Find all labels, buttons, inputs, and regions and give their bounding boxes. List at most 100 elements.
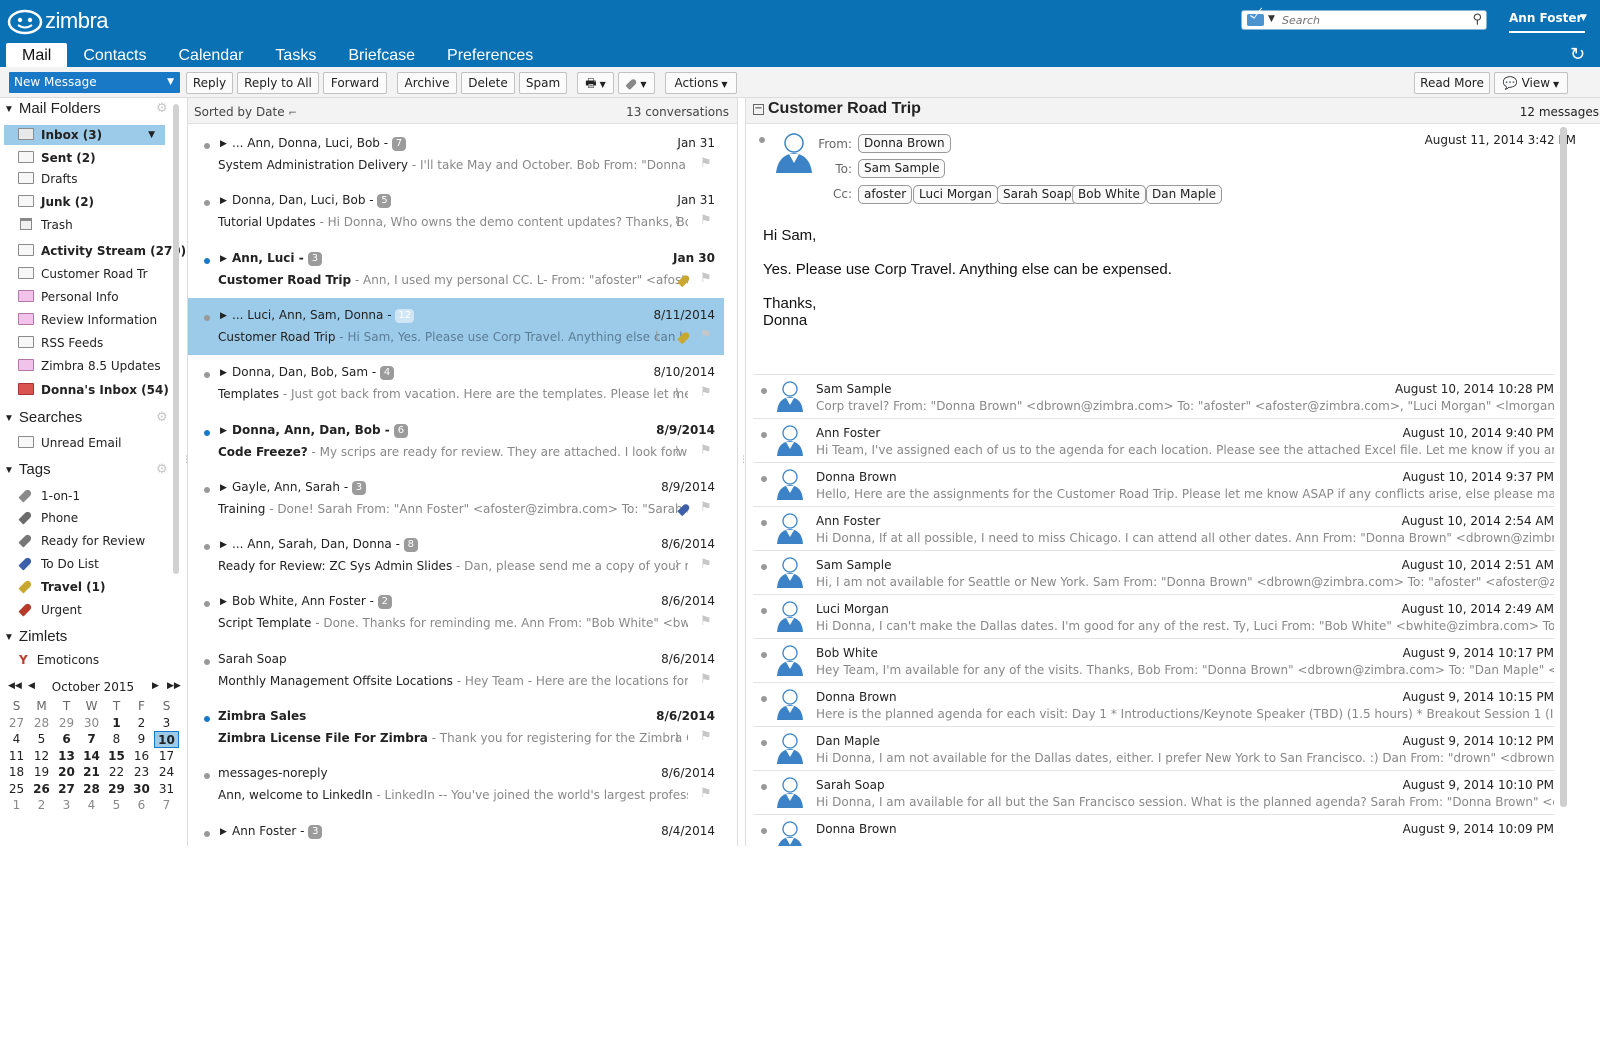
tag-item[interactable]: 1-on-1 (18, 486, 168, 506)
tab-briefcase[interactable]: Briefcase (332, 43, 431, 67)
calendar-day[interactable]: 16 (129, 748, 154, 765)
mail-folders-gear-icon[interactable]: ⚙ (156, 102, 169, 115)
flag-icon[interactable]: ⚑ (700, 385, 712, 400)
actions-button[interactable]: Actions ▼ (665, 72, 737, 94)
tag-item[interactable]: Phone (18, 508, 168, 528)
address-bubble[interactable]: Dan Maple (1146, 185, 1223, 204)
flag-icon[interactable]: ⚑ (700, 614, 712, 629)
calendar-day[interactable]: 8 (104, 731, 129, 748)
collapse-triangle-icon[interactable]: ▼ (4, 465, 14, 476)
next-month-icon[interactable]: ▶ (152, 681, 159, 691)
flag-icon[interactable]: ⚑ (700, 328, 712, 343)
zimlets-header[interactable]: ▼ Zimlets (4, 628, 67, 648)
thread-message-row[interactable]: Donna Brown August 9, 2014 10:15 PM Here i… (753, 682, 1554, 726)
read-status-dot[interactable] (761, 696, 767, 702)
calendar-day[interactable]: 1 (104, 715, 129, 732)
calendar-day[interactable]: 24 (154, 764, 179, 781)
read-status-dot[interactable] (204, 716, 210, 722)
forward-button[interactable]: Forward (323, 72, 387, 94)
calendar-day[interactable]: 27 (4, 715, 29, 732)
read-status-dot[interactable] (204, 143, 210, 149)
calendar-day[interactable]: 7 (154, 797, 179, 814)
folder-item[interactable]: Donna's Inbox (54) (18, 380, 169, 400)
mail-folders-header[interactable]: ▼ Mail Folders (4, 100, 101, 120)
read-status-dot[interactable] (204, 658, 210, 665)
calendar-day[interactable]: 25 (4, 781, 29, 798)
search-box[interactable]: ▼ ⚲ (1241, 10, 1487, 30)
delete-button[interactable]: Delete (461, 72, 515, 94)
address-bubble[interactable]: Bob White (1072, 185, 1146, 204)
user-menu-chevron-down-icon[interactable]: ▼ (1580, 13, 1587, 23)
address-bubble[interactable]: afoster (858, 185, 913, 204)
searches-gear-icon[interactable]: ⚙ (156, 411, 169, 424)
thread-message-row[interactable]: Donna Brown August 10, 2014 9:37 PM Hello,… (753, 462, 1554, 506)
expand-conversation-icon[interactable]: ▶ (220, 139, 227, 149)
folder-item[interactable]: RSS Feeds (18, 333, 168, 353)
conversation-row[interactable]: messages-noreply 8/6/2014 Ann, welcome to … (188, 756, 724, 813)
calendar-day[interactable]: 19 (29, 764, 54, 781)
conversation-row[interactable]: ▶ ... Ann, Sarah, Dan, Donna - 8 8/6/2014 R… (188, 527, 724, 584)
tab-calendar[interactable]: Calendar (162, 43, 259, 67)
calendar-day[interactable]: 13 (54, 748, 79, 765)
expand-conversation-icon[interactable]: ▶ (220, 254, 227, 264)
tags-header[interactable]: ▼ Tags (4, 461, 51, 481)
calendar-day[interactable]: 23 (129, 764, 154, 781)
thread-message-row[interactable]: Sam Sample August 10, 2014 10:28 PM Corp t… (753, 374, 1554, 418)
calendar-day[interactable]: 3 (54, 797, 79, 814)
calendar-day[interactable]: 21 (79, 764, 104, 781)
folder-item[interactable]: Drafts (18, 169, 168, 189)
read-status-dot[interactable] (204, 486, 210, 493)
calendar-day[interactable]: 5 (104, 797, 129, 814)
folder-item[interactable]: Review Information (18, 310, 168, 330)
address-bubble[interactable]: Donna Brown (858, 134, 951, 153)
calendar-day[interactable]: 4 (4, 731, 29, 748)
folder-chevron-down-icon[interactable]: ▼ (148, 125, 155, 145)
read-status-dot[interactable] (761, 520, 767, 526)
thread-message-row[interactable]: Sarah Soap August 9, 2014 10:10 PM Hi Donn… (753, 770, 1554, 814)
read-status-dot[interactable] (759, 137, 765, 143)
thread-message-row[interactable]: Luci Morgan August 10, 2014 2:49 AM Hi Don… (753, 594, 1554, 638)
read-more-button[interactable]: Read More (1414, 72, 1490, 94)
flag-icon[interactable]: ⚑ (700, 500, 712, 515)
flag-icon[interactable]: ⚑ (700, 156, 712, 171)
calendar-day[interactable]: 9 (129, 731, 154, 748)
flag-icon[interactable]: ⚑ (700, 213, 712, 228)
conversation-row[interactable]: ▶ Donna, Dan, Luci, Bob - 5 Jan 31 Tutorial… (188, 183, 724, 240)
folder-item[interactable]: Junk (2) (18, 192, 168, 212)
tag-item[interactable]: Ready for Review (18, 531, 168, 551)
calendar-day[interactable]: 22 (104, 764, 129, 781)
address-bubble[interactable]: Sarah Soap (997, 185, 1078, 204)
read-status-dot[interactable] (204, 601, 210, 608)
search-input[interactable] (1282, 12, 1462, 28)
address-bubble[interactable]: Luci Morgan (913, 185, 998, 204)
saved-search-item[interactable]: Unread Email (18, 433, 168, 453)
archive-button[interactable]: Archive (397, 72, 457, 94)
conversation-row[interactable]: ▶ Gayle, Ann, Sarah - 3 8/9/2014 Training -… (188, 470, 724, 527)
reading-pane-scrollbar[interactable] (1560, 127, 1567, 807)
tag-button[interactable]: ▼ (618, 72, 655, 94)
calendar-day[interactable]: 6 (129, 797, 154, 814)
read-status-dot[interactable] (204, 830, 210, 837)
calendar-day[interactable]: 27 (54, 781, 79, 798)
calendar-day[interactable]: 28 (29, 715, 54, 732)
calendar-day[interactable]: 17 (154, 748, 179, 765)
expand-conversation-icon[interactable]: ▶ (220, 540, 227, 550)
read-status-dot[interactable] (761, 564, 767, 570)
conversation-row[interactable]: ▶ Bob White, Ann Foster - 2 8/6/2014 Script… (188, 584, 724, 641)
read-status-dot[interactable] (761, 784, 767, 790)
calendar-day[interactable]: 14 (79, 748, 104, 765)
calendar-day[interactable]: 1 (4, 797, 29, 814)
searches-header[interactable]: ▼ Searches (4, 409, 82, 429)
calendar-day[interactable]: 18 (4, 764, 29, 781)
reply-button[interactable]: Reply (186, 72, 233, 94)
expand-conversation-icon[interactable]: ▶ (220, 827, 227, 837)
move-button[interactable]: 🖶 ▼ (577, 72, 614, 94)
read-status-dot[interactable] (761, 740, 767, 746)
thread-message-row[interactable]: Dan Maple August 9, 2014 10:12 PM Hi Donna… (753, 726, 1554, 770)
tag-item[interactable]: Urgent (18, 600, 168, 620)
collapse-triangle-icon[interactable]: ▼ (4, 632, 14, 643)
expand-conversation-icon[interactable]: ▶ (220, 426, 227, 436)
calendar-day[interactable]: 29 (104, 781, 129, 798)
folder-item[interactable]: Customer Road Tr (18, 264, 168, 284)
zimlet-item[interactable]: Y Emoticons (18, 650, 168, 670)
